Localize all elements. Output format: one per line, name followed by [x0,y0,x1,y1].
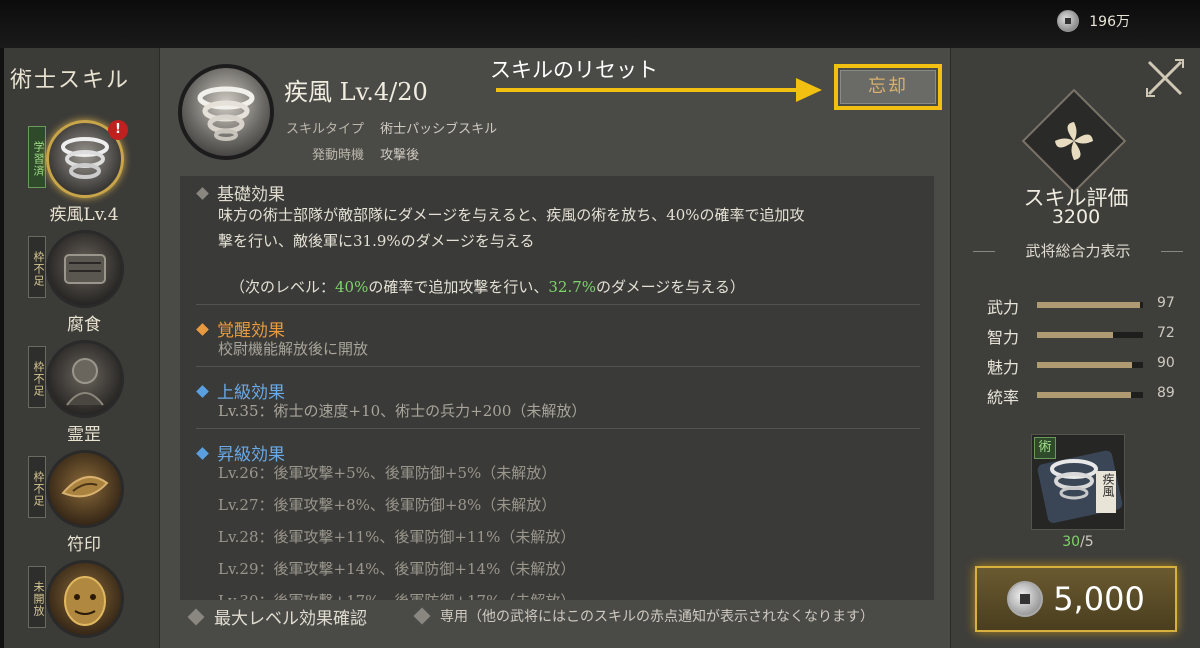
demon-mask-icon [46,560,124,638]
stat-name: 智力 [987,328,1020,347]
diamond-icon [196,187,209,200]
diamond-icon [196,385,209,398]
skill-type-value: 術士パッシブスキル [380,122,498,137]
arrow-head-icon [796,78,822,102]
sidebar-item-talisman[interactable]: 枠不足 符印 [28,450,158,560]
sidebar-item-label: 疾風Lv.4 [49,205,119,225]
skill-type-label: スキルタイプ [285,122,364,137]
diamond-icon [413,607,431,625]
sidebar-title: 術士スキル [10,68,131,93]
next-level-text: （次のレベル：40%の確率で追加攻撃を行い、32.7%のダメージを与える） [230,278,745,296]
close-button[interactable] [1145,58,1185,98]
skill-detail: 疾風 Lv.4/20 スキルタイプ 術士パッシブスキル 発動時機 攻撃後 スキル… [160,48,950,648]
stat-bar [1037,362,1143,368]
effects-panel[interactable]: 基礎効果 味方の術士部隊が敵部隊にダメージを与えると、疾風の術を放ち、40%の確… [180,176,934,600]
evaluation-panel: スキル評価 3200 武将総合力表示 武力 97 智力 72 魅力 90 統率 … [950,48,1200,648]
reset-annotation: スキルのリセット [490,58,658,82]
silver-coin-icon [1007,581,1044,617]
sidebar-item-label: 符印 [67,535,101,555]
upgrade-line: Lv.30：後軍攻撃+17%、後軍防御+17%（未解放） [218,590,575,600]
skill-type-row: スキルタイプ 術士パッシブスキル [284,118,497,137]
stat-name: 武力 [987,298,1020,317]
sidebar-item-whirlwind[interactable]: 学習済 ! 疾風Lv.4 [28,120,158,230]
divider [196,366,920,367]
skill-panel: 術士スキル 学習済 ! 疾風Lv.4 枠不足 腐食 枠不足 霊罡 枠不足 符印 … [4,48,1200,648]
stat-value: 89 [1157,385,1175,401]
max-level-check[interactable]: 最大レベル効果確認 [187,604,367,629]
forget-button[interactable]: 忘却 [840,70,936,104]
divider [196,428,920,429]
silver-coin-icon [1057,10,1080,32]
stat-row: 魅力 90 [987,354,1187,377]
annotation-arrow [496,88,800,92]
advanced-effect-text: Lv.35：術士の速度+10、術士の兵力+200（未解放） [218,402,587,420]
slot-shortage-tag: 枠不足 [28,236,46,298]
close-icon [1146,59,1184,97]
trigger-row: 発動時機 攻撃後 [284,144,419,163]
stat-bar [1037,392,1143,398]
stat-value: 72 [1157,325,1175,341]
diamond-icon [196,447,209,460]
stat-value: 90 [1157,355,1175,371]
stat-bar [1037,332,1143,338]
currency-amount: 196万 [1089,14,1130,30]
stat-bar-fill [1037,302,1140,308]
evaluation-score: 3200 [1051,206,1101,228]
stat-name: 統率 [987,388,1020,407]
trigger-label: 発動時機 [311,148,364,163]
sidebar-item-label: 霊罡 [67,425,101,445]
stat-bar-fill [1037,362,1133,368]
upgrade-line: Lv.29：後軍攻撃+14%、後軍防御+14%（未解放） [218,560,576,578]
talisman-icon [46,450,124,528]
skill-book-label: 疾風 [1101,473,1115,497]
slot-shortage-tag: 枠不足 [28,346,46,408]
sidebar-item-spirit[interactable]: 枠不足 霊罡 [28,340,158,450]
top-bar: 196万 [0,0,1200,48]
diamond-icon [196,323,209,336]
awaken-effect-text: 校尉機能解放後に開放 [218,340,369,358]
whirlwind-icon [178,64,274,160]
cost-value: 5,000 [1053,580,1145,618]
currency-display: 196万 [1057,10,1130,32]
skill-book-count: 30/5 [1062,534,1094,550]
power-display-label[interactable]: 武将総合力表示 [973,240,1183,261]
stat-bar-fill [1037,332,1114,338]
upgrade-line: Lv.26：後軍攻撃+5%、後軍防御+5%（未解放） [218,464,557,482]
locked-tag: 未開放 [28,566,46,628]
stat-row: 武力 97 [987,294,1187,317]
corrosion-icon [46,230,124,308]
skill-book-item[interactable]: 術 疾風 [1031,434,1125,530]
pinwheel-icon [1055,122,1093,160]
learned-tag: 学習済 [28,126,46,188]
upgrade-line: Lv.28：後軍攻撃+11%、後軍防御+11%（未解放） [218,528,576,546]
diamond-icon [187,608,205,625]
trigger-value: 攻撃後 [380,148,420,163]
stat-row: 統率 89 [987,384,1187,407]
spirit-icon [46,340,124,418]
stat-bar [1037,302,1143,308]
upgrade-cost-button[interactable]: 5,000 [975,566,1177,632]
sidebar-item-locked[interactable]: 未開放 [28,560,158,648]
exclusive-option[interactable]: 専用（他の武将にはこのスキルの赤点通知が表示されなくなります） [413,606,874,626]
upgrade-line: Lv.27：後軍攻撃+8%、後軍防御+8%（未解放） [218,496,557,514]
sorcerer-tag: 術 [1034,437,1056,459]
stat-bar-fill [1037,392,1132,398]
sidebar-item-corrosion[interactable]: 枠不足 腐食 [28,230,158,340]
skill-sidebar: 術士スキル 学習済 ! 疾風Lv.4 枠不足 腐食 枠不足 霊罡 枠不足 符印 … [4,48,160,648]
stat-value: 97 [1157,295,1175,311]
divider [196,304,920,305]
skill-title: 疾風 Lv.4/20 [284,78,428,106]
stat-name: 魅力 [987,358,1020,377]
alert-badge: ! [108,120,128,140]
basic-effect-text: 味方の術士部隊が敵部隊にダメージを与えると、疾風の術を放ち、40%の確率で追加攻… [218,206,805,250]
slot-shortage-tag: 枠不足 [28,456,46,518]
sidebar-item-label: 腐食 [67,315,101,335]
stat-row: 智力 72 [987,324,1187,347]
